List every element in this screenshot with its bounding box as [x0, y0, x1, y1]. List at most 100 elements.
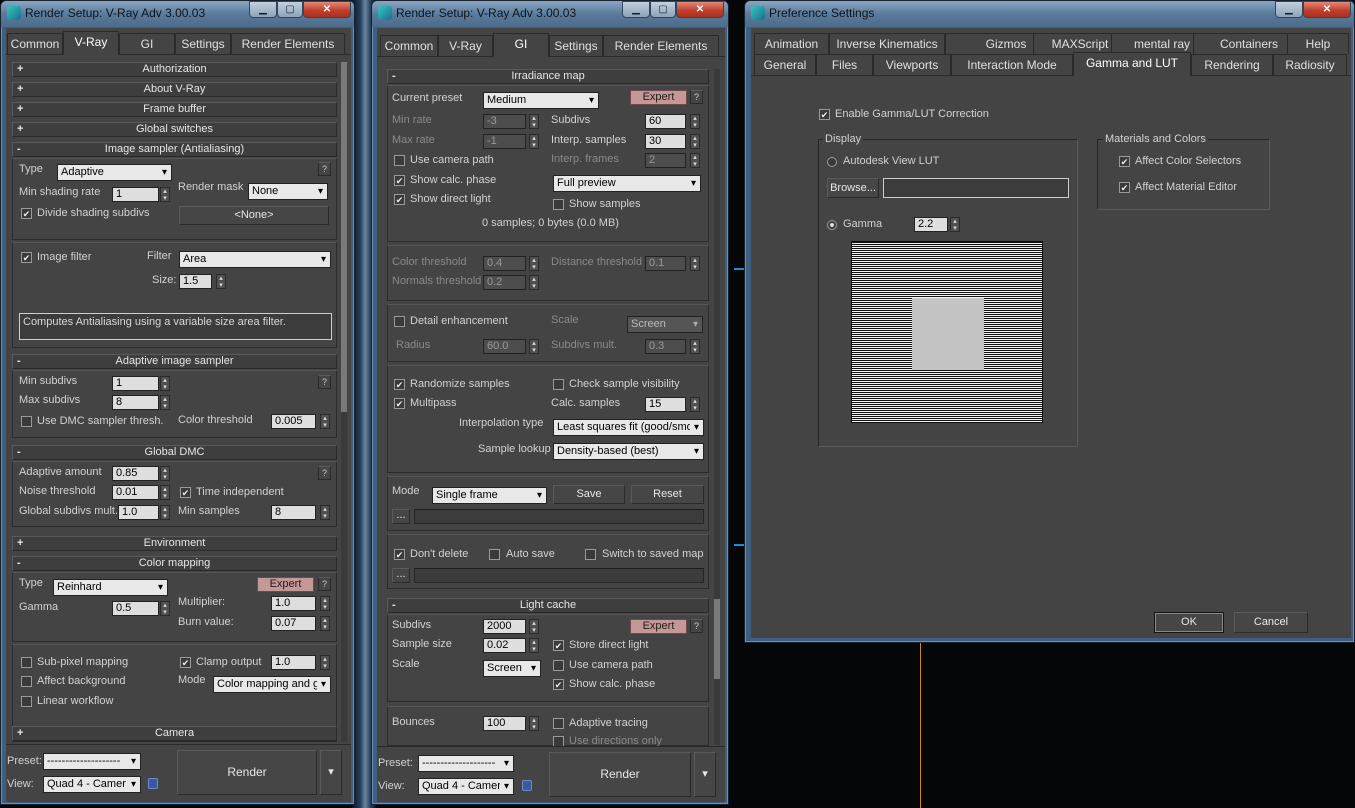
tab-radiosity[interactable]: Radiosity: [1273, 54, 1347, 75]
tab-files[interactable]: Files: [816, 54, 873, 75]
filter-size-spinner[interactable]: 1.5: [179, 274, 212, 289]
image-filter-checkbox[interactable]: ✔: [21, 252, 32, 263]
rollout-scrollbar[interactable]: [341, 62, 347, 742]
spinner-arrows[interactable]: ▴ ▾: [529, 619, 539, 634]
spinner-arrows[interactable]: ▴ ▾: [690, 114, 700, 129]
cm-mode-dropdown[interactable]: Color mapping and g: [213, 676, 331, 693]
lut-path-field[interactable]: [883, 178, 1069, 198]
help-button[interactable]: ?: [690, 90, 703, 104]
scrollbar-thumb[interactable]: [341, 62, 347, 412]
help-button[interactable]: ?: [318, 162, 331, 176]
current-preset-dropdown[interactable]: Medium: [483, 92, 599, 109]
spinner-arrows[interactable]: ▴ ▾: [690, 256, 700, 271]
render-dropdown-button[interactable]: ▾: [320, 750, 342, 795]
spinner-arrows[interactable]: ▴ ▾: [690, 397, 700, 412]
preview-mode-dropdown[interactable]: Full preview: [553, 175, 701, 192]
spinner-arrows[interactable]: ▴ ▾: [950, 217, 960, 232]
spinner-arrows[interactable]: ▴ ▾: [529, 339, 539, 354]
interp-frames-spinner[interactable]: 2: [645, 153, 686, 168]
tab-vray[interactable]: V-Ray: [438, 35, 493, 56]
time-independent-checkbox[interactable]: ✔: [180, 487, 191, 498]
color-threshold-spinner[interactable]: 0.4: [483, 256, 526, 271]
map-path-field[interactable]: [414, 509, 704, 524]
preset-dropdown[interactable]: --------------------: [418, 755, 514, 772]
tab-render-elements[interactable]: Render Elements: [603, 35, 719, 56]
spinner-arrows[interactable]: ▴ ▾: [690, 134, 700, 149]
render-mask-none-button[interactable]: <None>: [179, 206, 329, 225]
ok-button[interactable]: OK: [1154, 612, 1224, 633]
show-samples-checkbox[interactable]: [553, 199, 564, 210]
lc-expert-button[interactable]: Expert: [630, 619, 687, 634]
check-sample-visibility-checkbox[interactable]: [553, 379, 564, 390]
tab-interaction-mode[interactable]: Interaction Mode: [951, 54, 1073, 75]
rollout-image-sampler[interactable]: - Image sampler (Antialiasing): [12, 142, 337, 157]
max-subdivs-spinner[interactable]: 8: [112, 395, 159, 410]
spinner-arrows[interactable]: ▴ ▾: [529, 716, 539, 731]
spinner-arrows[interactable]: ▴ ▾: [690, 153, 700, 168]
gamma-spinner[interactable]: 2.2: [914, 217, 948, 232]
affect-color-selectors-checkbox[interactable]: ✔: [1119, 156, 1130, 167]
tab-settings[interactable]: Settings: [175, 33, 231, 54]
lock-icon[interactable]: [148, 778, 158, 789]
gamma-spinner[interactable]: 0.5: [112, 601, 159, 616]
spinner-arrows[interactable]: ▴ ▾: [529, 275, 539, 290]
color-mapping-type-dropdown[interactable]: Reinhard: [53, 579, 168, 596]
distance-threshold-spinner[interactable]: 0.1: [645, 256, 686, 271]
spinner-arrows[interactable]: ▴ ▾: [529, 114, 539, 129]
randomize-samples-checkbox[interactable]: ✔: [394, 379, 405, 390]
close-button[interactable]: ✕: [303, 1, 351, 18]
max-rate-spinner[interactable]: -1: [483, 134, 526, 149]
help-button[interactable]: ?: [690, 619, 703, 633]
rollout-global-dmc[interactable]: - Global DMC: [12, 445, 337, 460]
im-subdivs-spinner[interactable]: 60: [645, 114, 686, 129]
tab-gi[interactable]: GI: [493, 33, 549, 57]
lc-use-camera-path-checkbox[interactable]: [553, 660, 564, 671]
bounces-spinner[interactable]: 100: [483, 716, 526, 731]
scrollbar-thumb[interactable]: [714, 599, 720, 679]
maximize-button[interactable]: ▢: [650, 1, 676, 18]
global-subdivs-mult-spinner[interactable]: 1.0: [118, 505, 159, 520]
interp-samples-spinner[interactable]: 30: [645, 134, 686, 149]
cancel-button[interactable]: Cancel: [1234, 612, 1308, 633]
lock-icon[interactable]: [522, 780, 532, 791]
browse-map-button[interactable]: ...: [392, 509, 410, 524]
multipass-checkbox[interactable]: ✔: [394, 398, 405, 409]
rollout-light-cache[interactable]: - Light cache: [387, 598, 709, 613]
render-dropdown-button[interactable]: ▾: [694, 752, 716, 797]
spinner-arrows[interactable]: ▴ ▾: [320, 596, 330, 611]
spinner-arrows[interactable]: ▴ ▾: [160, 187, 170, 202]
spinner-arrows[interactable]: ▴ ▾: [320, 414, 330, 429]
min-subdivs-spinner[interactable]: 1: [112, 376, 159, 391]
gamma-radio[interactable]: [827, 220, 837, 230]
preset-dropdown[interactable]: --------------------: [43, 753, 141, 770]
lc-subdivs-spinner[interactable]: 2000: [483, 619, 526, 634]
help-button[interactable]: ?: [318, 375, 331, 389]
minimize-button[interactable]: ▁: [1275, 1, 1303, 18]
rollout-irradiance-map[interactable]: - Irradiance map: [387, 69, 709, 84]
render-button[interactable]: Render: [177, 750, 317, 795]
noise-threshold-spinner[interactable]: 0.01: [112, 485, 159, 500]
clamp-output-checkbox[interactable]: ✔: [180, 657, 191, 668]
tab-common[interactable]: Common: [7, 33, 63, 54]
sampler-type-dropdown[interactable]: Adaptive: [57, 164, 172, 181]
tab-gi[interactable]: GI: [119, 33, 175, 54]
dont-delete-checkbox[interactable]: ✔: [394, 549, 405, 560]
save-button[interactable]: Save: [553, 485, 625, 504]
detail-enhancement-checkbox[interactable]: [394, 316, 405, 327]
spinner-arrows[interactable]: ▴ ▾: [216, 274, 226, 289]
affect-background-checkbox[interactable]: [21, 676, 32, 687]
rollout-global-switches[interactable]: + Global switches: [12, 122, 337, 137]
tab-help[interactable]: Help: [1287, 33, 1349, 54]
spinner-arrows[interactable]: ▴ ▾: [529, 638, 539, 653]
close-button[interactable]: ✕: [676, 1, 724, 18]
adaptive-tracing-checkbox[interactable]: [553, 718, 564, 729]
sub-pixel-mapping-checkbox[interactable]: [21, 657, 32, 668]
linear-workflow-checkbox[interactable]: [21, 696, 32, 707]
radius-spinner[interactable]: 60.0: [483, 339, 526, 354]
subdivs-mult-spinner[interactable]: 0.3: [645, 339, 686, 354]
switch-to-saved-map-checkbox[interactable]: [585, 549, 596, 560]
maximize-button[interactable]: ▢: [277, 1, 303, 18]
use-dmc-threshold-checkbox[interactable]: [21, 416, 32, 427]
spinner-arrows[interactable]: ▴ ▾: [160, 376, 170, 391]
rollout-adaptive-image-sampler[interactable]: - Adaptive image sampler: [12, 354, 337, 369]
